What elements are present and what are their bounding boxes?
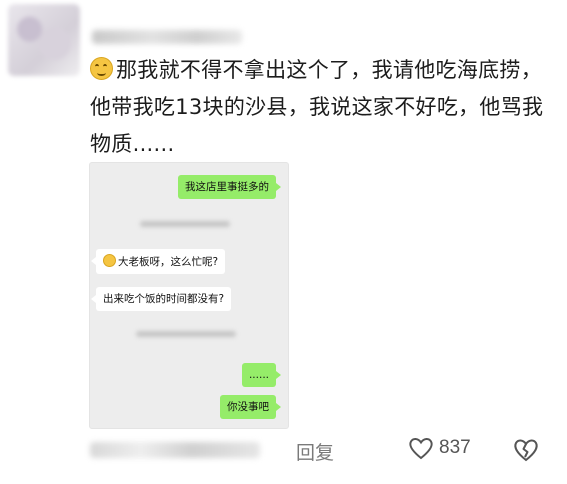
chat-screenshot-image[interactable]: 我这店里事挺多的 大老板呀，这么忙呢? 出来吃个饭的时间都没有? ...... … xyxy=(89,162,289,429)
chat-bubble-received: 出来吃个饭的时间都没有? xyxy=(90,287,232,311)
like-count: 837 xyxy=(439,437,471,458)
chat-bubble-sent: ...... xyxy=(241,363,282,387)
chat-bubble-sent: 我这店里事挺多的 xyxy=(178,175,281,199)
dislike-button[interactable] xyxy=(512,437,540,467)
chat-bubble-received: 大老板呀，这么忙呢? xyxy=(90,249,226,274)
username[interactable] xyxy=(92,30,242,44)
heart-outline-icon xyxy=(409,438,433,460)
blurred-timestamp xyxy=(140,221,230,227)
comment-text: 那我就不得不拿出这个了，我请他吃海底捞，他带我吃13块的沙县，我说这家不好吃，他… xyxy=(90,58,544,156)
chat-message: ...... xyxy=(248,369,269,381)
grinning-face-icon xyxy=(90,57,113,80)
blurred-timestamp xyxy=(136,331,236,337)
like-button[interactable]: 837 xyxy=(408,436,471,460)
chat-bubble-sent: 你没事吧 xyxy=(220,395,281,419)
grinning-face-icon xyxy=(103,254,116,267)
chat-message: 大老板呀，这么忙呢? xyxy=(118,256,219,268)
reply-button[interactable]: 回复 xyxy=(296,438,334,465)
avatar[interactable] xyxy=(8,4,80,76)
chat-message: 你没事吧 xyxy=(227,401,269,413)
chat-message: 出来吃个饭的时间都没有? xyxy=(103,293,225,305)
comment-text-block: 那我就不得不拿出这个了，我请他吃海底捞，他带我吃13块的沙县，我说这家不好吃，他… xyxy=(90,52,552,163)
broken-heart-icon xyxy=(514,439,538,462)
chat-message: 我这店里事挺多的 xyxy=(185,181,269,193)
blurred-comment-meta xyxy=(90,442,260,458)
